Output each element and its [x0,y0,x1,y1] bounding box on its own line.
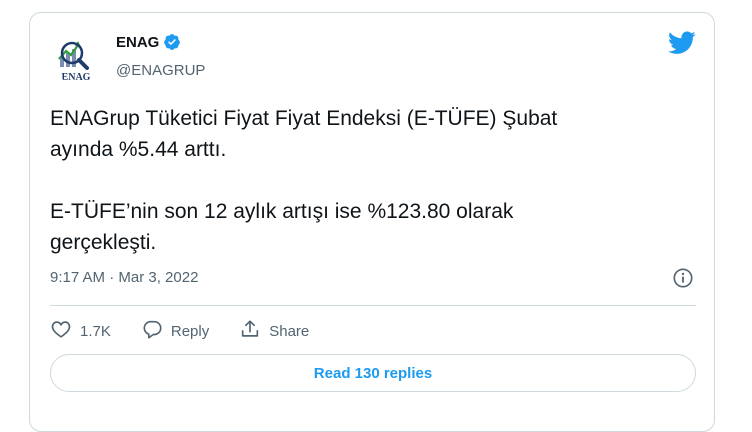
reply-label: Reply [170,322,210,340]
tweet-card[interactable]: ENAG ENAG @ENAGRUP ENAGrup Tüketici Fiya… [29,12,715,432]
reply-bubble-icon [141,318,163,344]
tweet-text: ENAGrup Tüketici Fiyat Fiyat Endeksi (E-… [50,107,558,254]
info-icon[interactable] [672,267,694,289]
heart-icon [50,318,72,344]
reply-button[interactable]: Reply [141,318,209,344]
tweet-meta: 9:17 AM · Mar 3, 2022 [50,267,696,291]
share-upload-icon [239,318,261,344]
twitter-bird-icon[interactable] [668,31,696,55]
author-name-row[interactable]: ENAG [116,33,181,51]
avatar[interactable]: ENAG [50,31,102,83]
svg-text:ENAG: ENAG [62,72,91,83]
read-replies-button[interactable]: Read 130 replies [50,354,696,392]
enag-logo-icon: ENAG [50,31,102,83]
tweet-header: ENAG ENAG @ENAGRUP [50,31,696,91]
share-label: Share [269,322,310,340]
divider [50,305,696,306]
like-count: 1.7K [80,322,111,340]
author-handle[interactable]: @ENAGRUP [116,62,205,79]
tweet-actions: 1.7K Reply Share [50,316,339,346]
share-button[interactable]: Share [239,318,309,344]
author-display-name[interactable]: ENAG [116,34,159,51]
like-button[interactable]: 1.7K [50,318,111,344]
verified-badge-icon [163,33,181,51]
tweet-timestamp[interactable]: 9:17 AM · Mar 3, 2022 [50,269,198,286]
